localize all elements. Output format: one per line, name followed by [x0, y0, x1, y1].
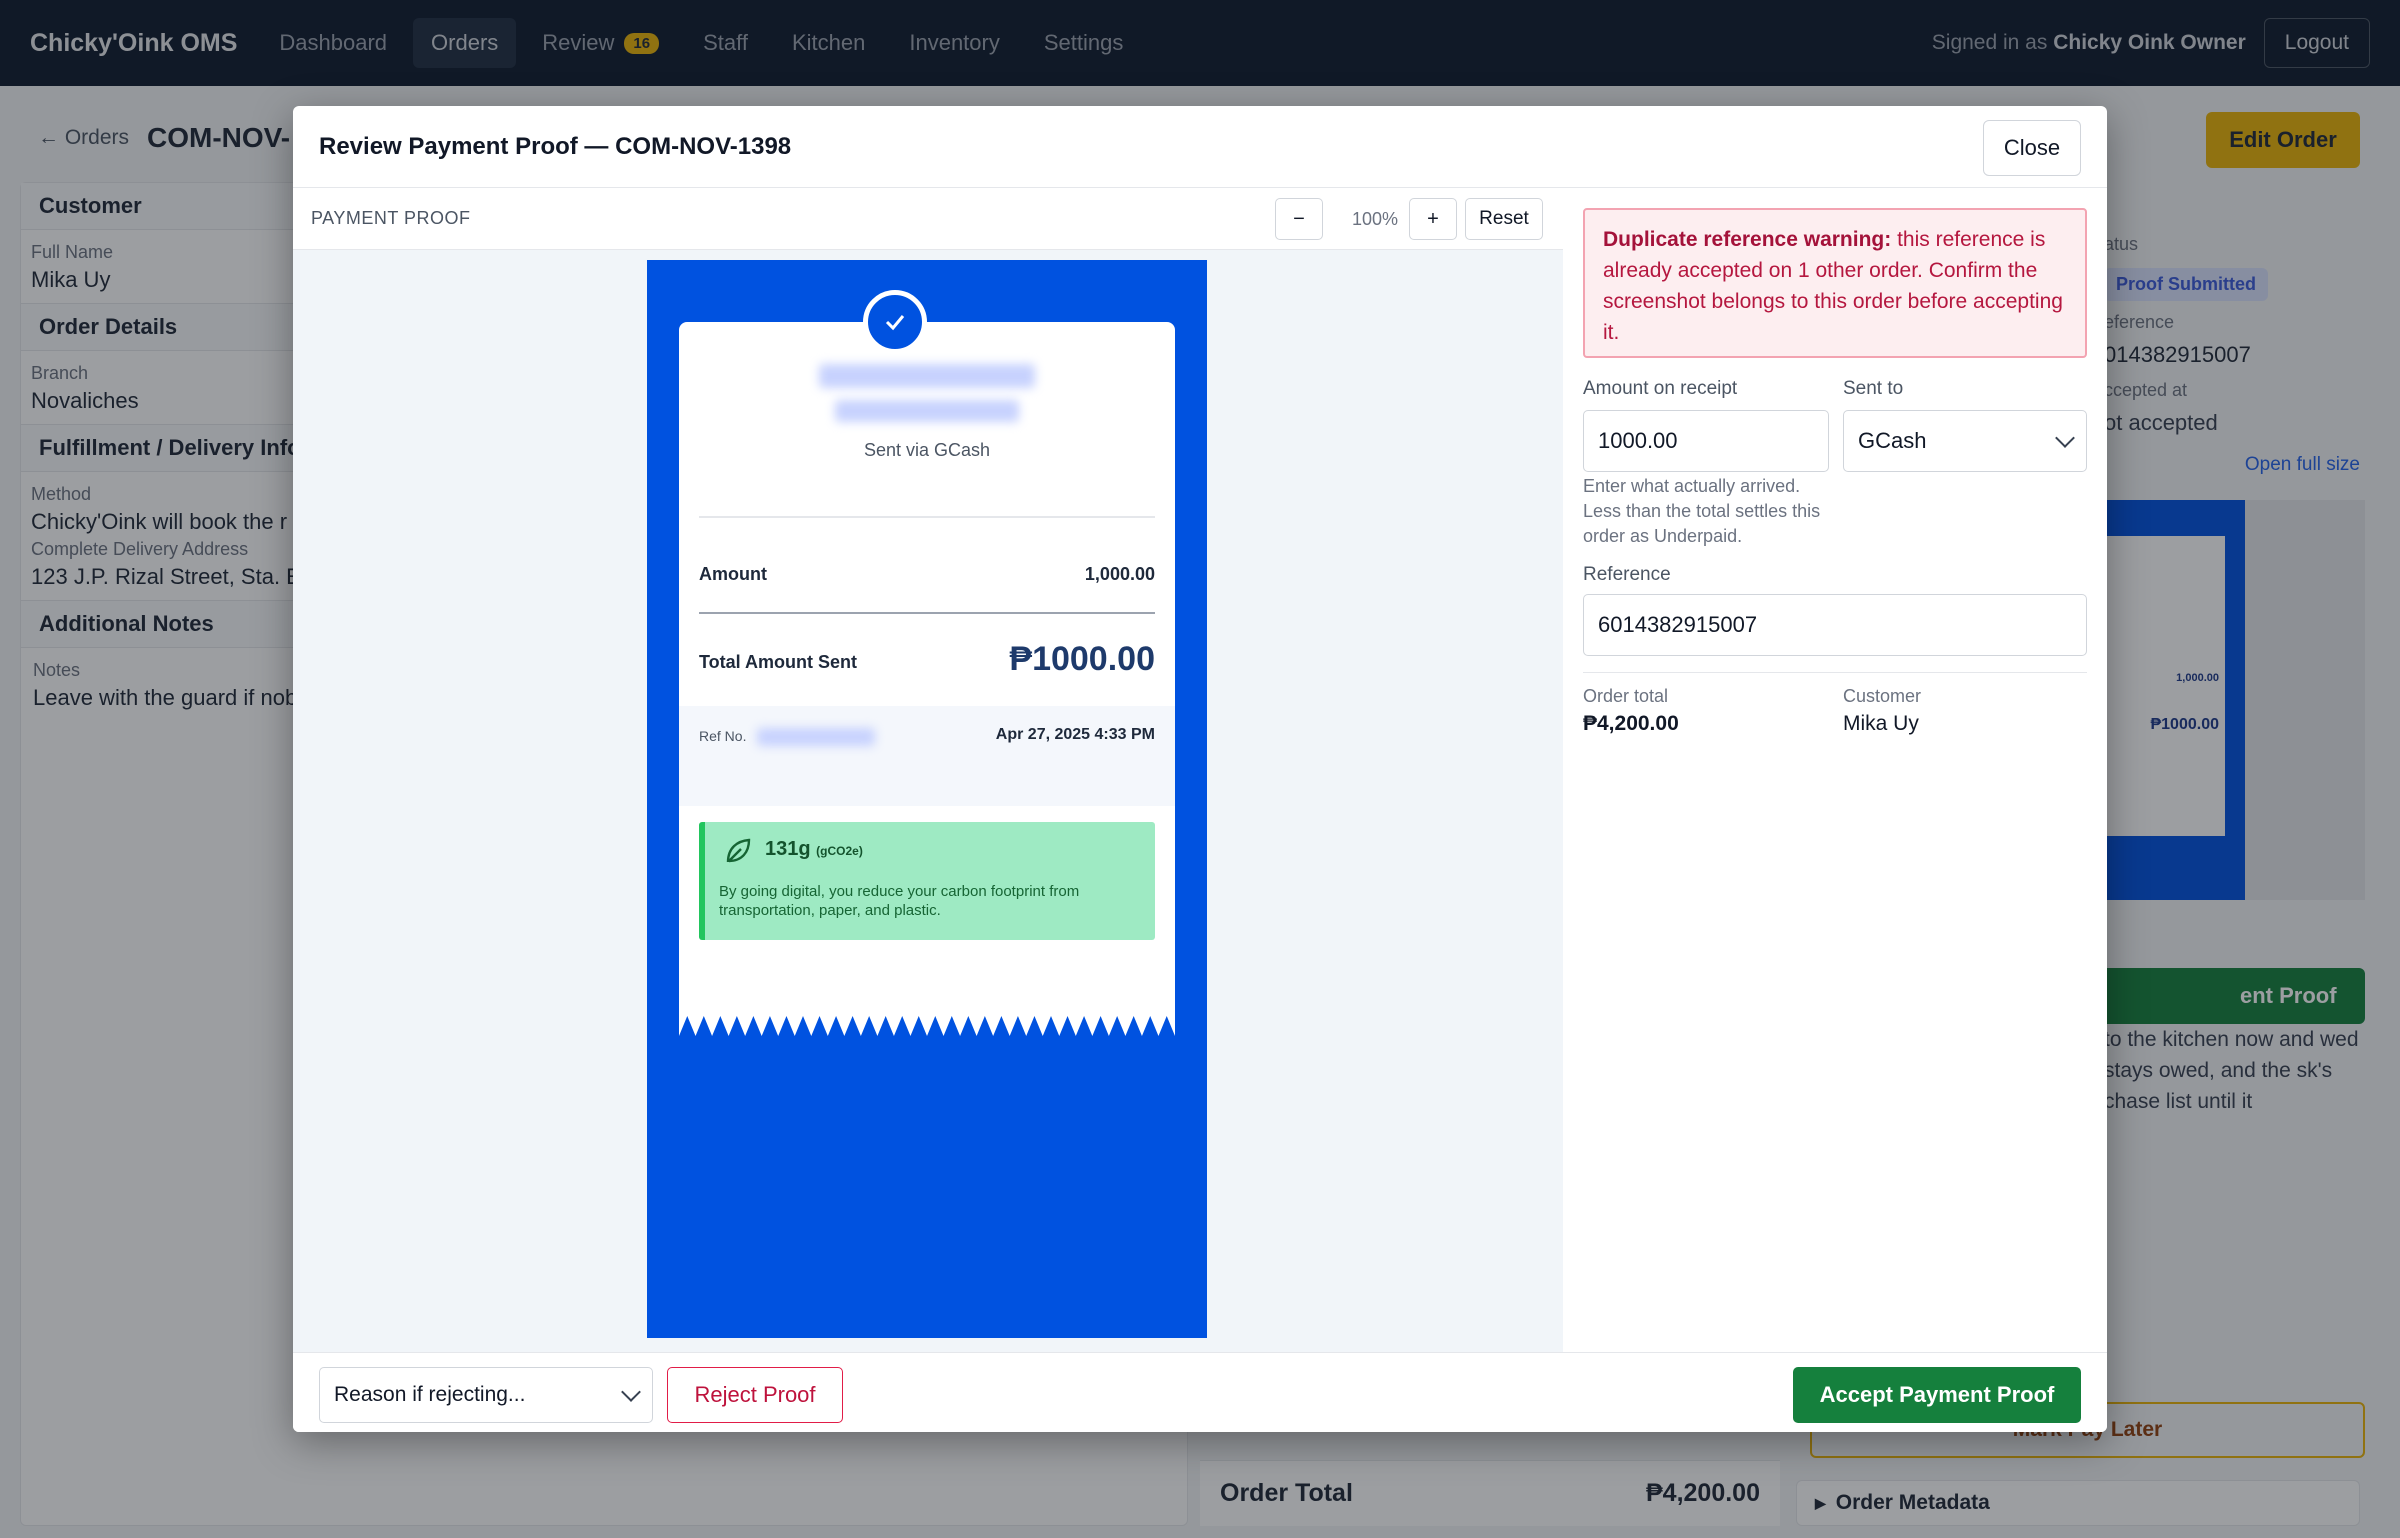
amount-help-text: Enter what actually arrived. Less than t… — [1583, 476, 1821, 546]
zoom-reset-button[interactable]: Reset — [1465, 198, 1543, 240]
carbon-description: By going digital, you reduce your carbon… — [719, 883, 1080, 919]
receipt-divider — [699, 516, 1155, 518]
blurred-recipient-number — [835, 400, 1019, 422]
sent-to-value: GCash — [1858, 428, 1927, 453]
receipt-ref-label: Ref No. — [699, 728, 747, 744]
receipt-total-label: Total Amount Sent — [699, 652, 857, 672]
blurred-recipient-name — [819, 364, 1035, 388]
review-payment-modal: Review Payment Proof — COM-NOV-1398 Clos… — [293, 106, 2107, 1432]
reject-reason-placeholder: Reason if rejecting... — [334, 1383, 526, 1406]
reject-reason-select[interactable]: Reason if rejecting... — [319, 1367, 653, 1423]
amount-on-receipt-input[interactable]: 1000.00 — [1583, 410, 1829, 472]
amount-on-receipt-label: Amount on receipt — [1583, 378, 1738, 399]
receipt-amount-value: 1,000.00 — [1084, 564, 1155, 584]
reject-proof-button[interactable]: Reject Proof — [667, 1367, 843, 1423]
warning-title: Duplicate reference warning: — [1603, 228, 1892, 251]
receipt-divider — [699, 612, 1155, 614]
receipt-date: Apr 27, 2025 4:33 PM — [995, 726, 1155, 743]
modal-header: Review Payment Proof — COM-NOV-1398 Clos… — [293, 106, 2107, 188]
sent-to-select[interactable]: GCash — [1843, 410, 2087, 472]
close-button[interactable]: Close — [1983, 120, 2081, 176]
reference-input[interactable]: 6014382915007 — [1583, 594, 2087, 656]
sent-via-text: Sent via GCash — [863, 440, 991, 460]
chevron-down-icon — [2055, 428, 2075, 448]
zoom-in-button[interactable]: + — [1409, 198, 1457, 240]
check-circle-icon — [863, 290, 927, 354]
zoom-out-button[interactable]: − — [1275, 198, 1323, 240]
order-total-label: Order total — [1583, 686, 1669, 706]
receipt-card: Sent via GCash Amount 1,000.00 Total Amo… — [679, 322, 1175, 1012]
accept-payment-proof-button[interactable]: Accept Payment Proof — [1793, 1367, 2081, 1423]
carbon-unit: (gCO2e) — [816, 844, 863, 858]
zoom-level: 100% — [1351, 208, 1399, 229]
proof-image-area[interactable]: Sent via GCash Amount 1,000.00 Total Amo… — [293, 250, 1563, 1352]
reference-label: Reference — [1583, 564, 1671, 585]
review-form: Duplicate reference warning: this refere… — [1563, 188, 2107, 1352]
chevron-down-icon — [621, 1382, 641, 1402]
receipt-reference-band: Ref No. Apr 27, 2025 4:33 PM — [679, 706, 1175, 806]
customer-value: Mika Uy — [1843, 712, 1919, 735]
modal-footer: Reason if rejecting... Reject Proof Acce… — [293, 1352, 2107, 1432]
leaf-icon — [726, 838, 751, 863]
carbon-footprint-box: 131g (gCO2e) By going digital, you reduc… — [699, 822, 1155, 940]
customer-label: Customer — [1843, 686, 1922, 706]
gcash-receipt-image: Sent via GCash Amount 1,000.00 Total Amo… — [647, 260, 1207, 1338]
receipt-zigzag-edge — [679, 1012, 1175, 1036]
receipt-total-value: ₱1000.00 — [1009, 640, 1155, 678]
payment-proof-viewer: PAYMENT PROOF − 100% + Reset Sent via GC… — [293, 188, 1563, 1352]
carbon-amount: 131g — [765, 838, 811, 860]
duplicate-reference-warning: Duplicate reference warning: this refere… — [1583, 208, 2087, 358]
modal-title: Review Payment Proof — COM-NOV-1398 — [319, 132, 792, 160]
blurred-ref-number — [757, 728, 875, 746]
payment-proof-label: PAYMENT PROOF — [311, 208, 471, 228]
viewer-toolbar: PAYMENT PROOF − 100% + Reset — [293, 188, 1563, 250]
carbon-value: 131g (gCO2e) — [765, 838, 863, 861]
sent-to-label: Sent to — [1843, 378, 1904, 399]
order-total-value: ₱4,200.00 — [1583, 712, 1679, 735]
receipt-amount-label: Amount — [699, 564, 767, 584]
form-divider — [1583, 672, 2087, 673]
